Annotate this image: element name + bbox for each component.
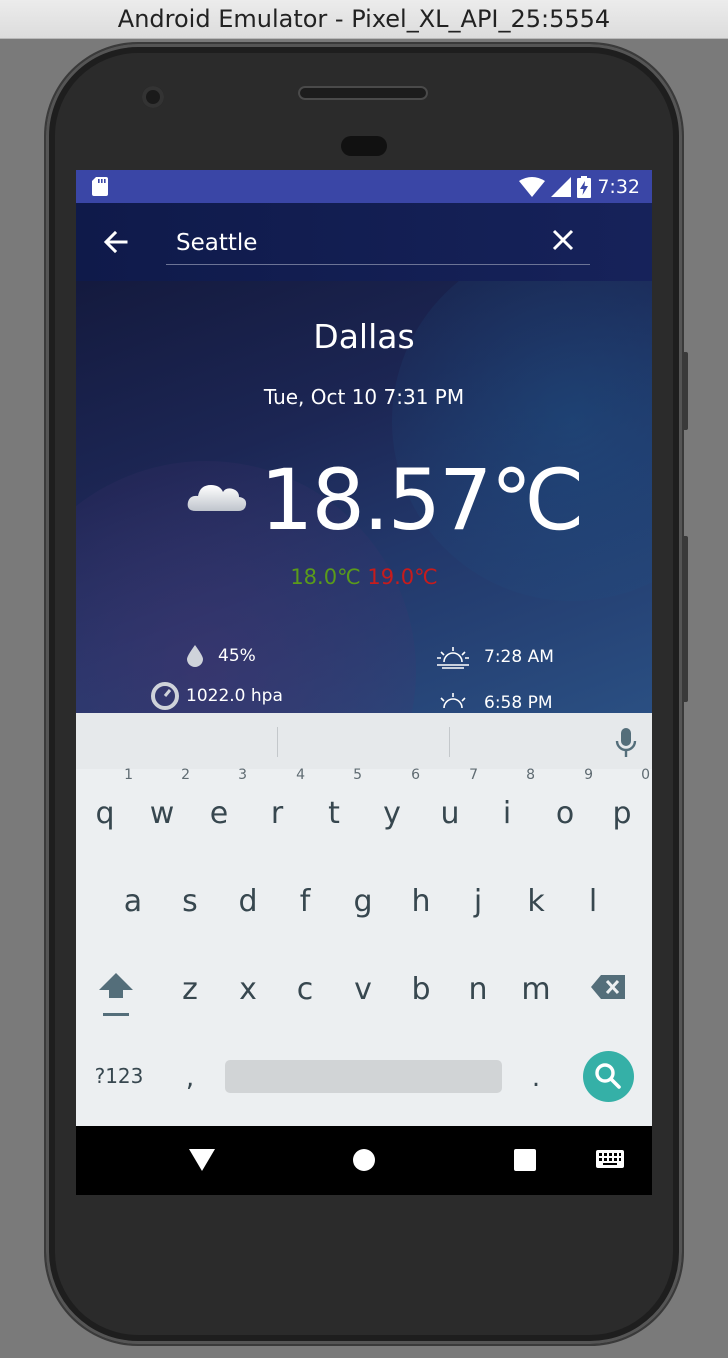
backspace-key[interactable]: [580, 945, 636, 1021]
key-u[interactable]: u7: [422, 767, 478, 845]
key-a[interactable]: a: [105, 857, 161, 933]
comma-key[interactable]: ,: [162, 1033, 218, 1109]
nav-recents-icon[interactable]: [514, 1149, 536, 1171]
symbols-key[interactable]: ?123: [82, 1033, 156, 1109]
pressure-gauge-icon: [151, 682, 179, 710]
date-time: Tue, Oct 10 7:31 PM: [263, 385, 465, 409]
shift-arrow-icon: [99, 973, 133, 1016]
humidity-drop-icon: [187, 645, 203, 667]
sd-card-icon: [92, 177, 108, 196]
key-n[interactable]: n: [450, 945, 506, 1021]
volume-button[interactable]: [682, 536, 688, 702]
wifi-icon: [519, 176, 546, 197]
humidity-row: 45%: [186, 645, 256, 667]
key-i[interactable]: i8: [479, 767, 535, 845]
sunrise-row: 7:28 AM: [436, 645, 554, 669]
key-d[interactable]: d: [220, 857, 276, 933]
search-icon: [595, 1063, 621, 1089]
navigation-bar: [76, 1126, 652, 1195]
sunset-value: 6:58 PM: [484, 693, 553, 713]
suggestion-divider: [449, 727, 450, 757]
key-g[interactable]: g: [335, 857, 391, 933]
weather-panel: Dallas Tue, Oct 10 7:31 PM 18.57℃ 18.0℃ …: [76, 281, 652, 713]
key-t[interactable]: t5: [306, 767, 362, 845]
keyboard-switch-icon[interactable]: [596, 1150, 624, 1170]
soft-keyboard: q1 w2 e3 r4 t5 y6 u7 i8 o9 p0 a s d f g …: [76, 713, 652, 1126]
key-l[interactable]: l: [565, 857, 621, 933]
pressure-row: 1022.0 hpa: [150, 681, 283, 711]
temp-max: 19.0℃: [367, 565, 438, 589]
key-m[interactable]: m: [508, 945, 564, 1021]
key-e[interactable]: e3: [191, 767, 247, 845]
back-arrow-icon[interactable]: [100, 226, 132, 258]
search-action-key[interactable]: [583, 1051, 634, 1102]
device-screen: 7:32 Dallas Tue, Oct 10 7:31 PM 18.57℃ 1: [76, 170, 652, 1195]
shift-key[interactable]: [88, 945, 144, 1021]
proximity-sensor: [341, 136, 387, 156]
status-bar: 7:32: [76, 170, 652, 203]
window-title: Android Emulator - Pixel_XL_API_25:5554: [0, 0, 728, 39]
key-j[interactable]: j: [450, 857, 506, 933]
sunset-icon: [440, 693, 466, 709]
suggestion-strip: [76, 713, 652, 769]
search-input[interactable]: [166, 221, 590, 265]
space-key[interactable]: [225, 1060, 502, 1093]
key-z[interactable]: z: [162, 945, 218, 1021]
front-camera: [142, 86, 164, 108]
key-r[interactable]: r4: [249, 767, 305, 845]
power-button[interactable]: [682, 352, 688, 430]
current-temperature: 18.57℃: [260, 451, 585, 549]
key-y[interactable]: y6: [364, 767, 420, 845]
pressure-value: 1022.0 hpa: [186, 686, 283, 706]
key-p[interactable]: p0: [594, 767, 650, 845]
backspace-icon: [591, 975, 625, 999]
key-w[interactable]: w2: [134, 767, 190, 845]
nav-home-icon[interactable]: [352, 1148, 376, 1172]
earpiece-speaker: [298, 86, 428, 100]
cell-signal-icon: [551, 176, 572, 197]
temp-min: 18.0℃: [290, 565, 361, 589]
clear-search-icon[interactable]: [550, 227, 576, 253]
sunrise-icon: [437, 647, 469, 669]
key-x[interactable]: x: [220, 945, 276, 1021]
key-f[interactable]: f: [277, 857, 333, 933]
key-c[interactable]: c: [277, 945, 333, 1021]
key-v[interactable]: v: [335, 945, 391, 1021]
key-k[interactable]: k: [508, 857, 564, 933]
sunrise-value: 7:28 AM: [484, 647, 554, 667]
battery-charging-icon: [577, 175, 592, 198]
key-b[interactable]: b: [393, 945, 449, 1021]
temp-range: 18.0℃ 19.0℃: [76, 565, 652, 589]
cloud-icon: [187, 485, 247, 511]
microphone-icon[interactable]: [615, 728, 637, 758]
humidity-value: 45%: [218, 646, 256, 666]
key-s[interactable]: s: [162, 857, 218, 933]
period-key[interactable]: .: [508, 1033, 564, 1109]
key-o[interactable]: o9: [537, 767, 593, 845]
nav-back-icon[interactable]: [189, 1149, 215, 1171]
city-name: Dallas: [313, 317, 415, 356]
suggestion-divider: [277, 727, 278, 757]
key-h[interactable]: h: [393, 857, 449, 933]
sunset-row: 6:58 PM: [436, 691, 553, 713]
search-app-bar: [76, 203, 652, 281]
status-clock: 7:32: [597, 175, 640, 198]
key-q[interactable]: q1: [77, 767, 133, 845]
